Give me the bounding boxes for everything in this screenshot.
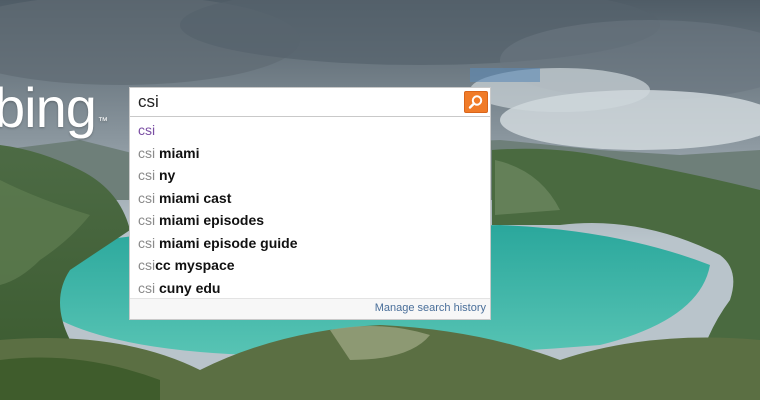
suggestion-prefix: csi [138, 144, 159, 161]
suggestion-prefix: csi [138, 279, 159, 296]
suggestion-item[interactable]: csi miami episodes [130, 209, 490, 232]
suggestion-item[interactable]: csi miami episode guide [130, 232, 490, 255]
search-icon [468, 95, 483, 109]
search-box [129, 87, 491, 117]
suggestion-prefix: csi [138, 257, 156, 273]
suggestion-item[interactable]: csicc myspace [130, 254, 490, 277]
suggestion-item[interactable]: csi cuny edu [130, 277, 490, 300]
bing-logo[interactable]: bing ™ [0, 78, 108, 138]
search-button[interactable] [464, 91, 488, 113]
manage-search-history-link[interactable]: Manage search history [375, 302, 486, 314]
suggestion-item[interactable]: csi miami cast [130, 187, 490, 210]
suggestion-suffix: cc myspace [155, 257, 235, 273]
autosuggest-dropdown: csi csi miami csi ny csi miami cast csi … [129, 117, 491, 320]
suggestion-item[interactable]: csi miami [130, 142, 490, 165]
suggestion-suffix: miami episodes [159, 212, 265, 228]
suggestion-item[interactable]: csi [130, 119, 490, 142]
suggestion-suffix: ny [159, 167, 176, 183]
suggestion-prefix: csi [138, 234, 159, 251]
suggestion-suffix: miami episode guide [159, 234, 298, 251]
search-input[interactable] [138, 91, 458, 113]
suggestion-prefix: csi [138, 122, 156, 138]
suggestion-suffix: cuny edu [159, 279, 221, 296]
suggestion-prefix: csi [138, 189, 159, 206]
trademark-mark: ™ [97, 116, 108, 127]
suggestion-suffix: miami [159, 144, 200, 161]
suggestion-suffix: miami cast [159, 189, 232, 206]
suggestion-prefix: csi [138, 212, 159, 228]
logo-text: bing [0, 76, 97, 139]
suggestion-item[interactable]: csi ny [130, 164, 490, 187]
suggestion-list: csi csi miami csi ny csi miami cast csi … [130, 117, 490, 299]
suggestion-prefix: csi [138, 167, 159, 183]
suggestion-footer: Manage search history [130, 298, 490, 319]
